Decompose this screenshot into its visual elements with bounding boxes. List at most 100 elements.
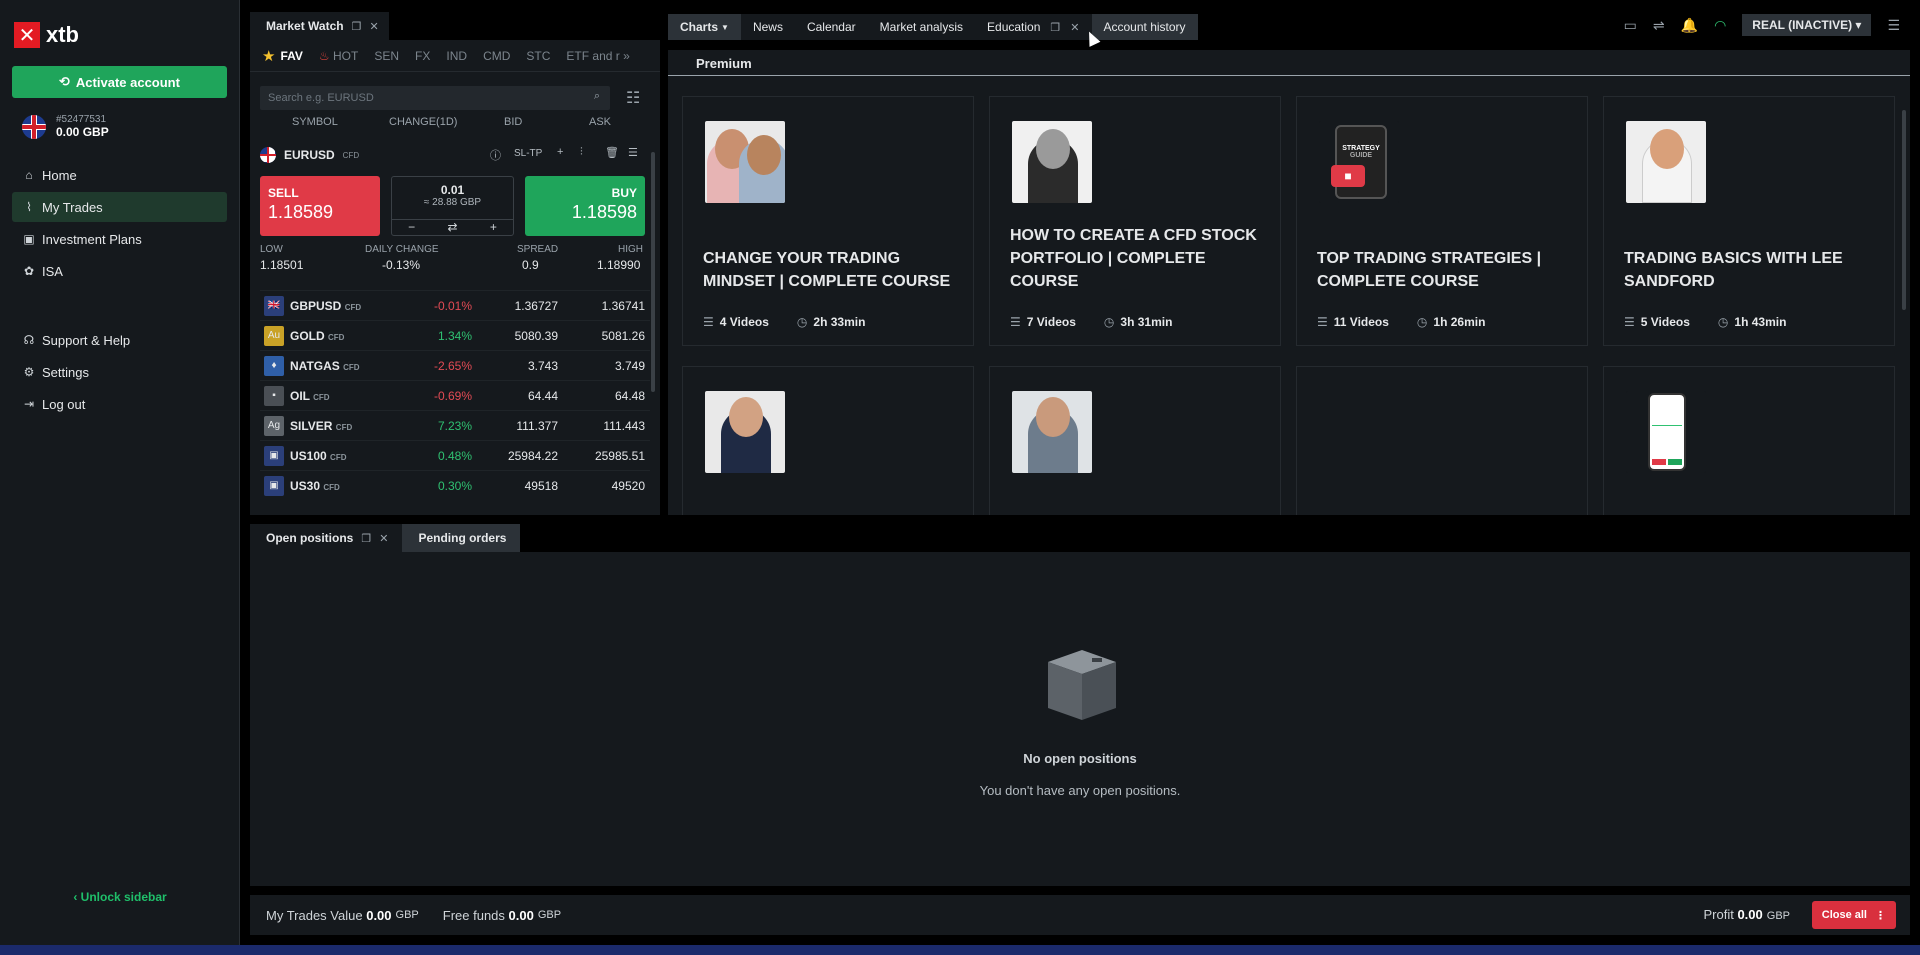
row-bid[interactable]: 49518 bbox=[478, 479, 558, 493]
nav-home[interactable]: ⌂ Home bbox=[12, 160, 227, 190]
nav-support[interactable]: ☊ Support & Help bbox=[12, 325, 227, 355]
bell-icon[interactable]: 🔔 bbox=[1681, 17, 1698, 34]
instrument-row[interactable]: ♦ NATGAS CFD -2.65% 3.743 3.749 bbox=[260, 350, 650, 380]
menu-icon[interactable]: ☰ bbox=[1887, 17, 1900, 34]
instrument-row[interactable]: Ag SILVER CFD 7.23% 111.377 111.443 bbox=[260, 410, 650, 440]
col-ask[interactable]: ASK bbox=[589, 116, 611, 128]
nav-isa[interactable]: ✿ ISA bbox=[12, 256, 227, 286]
market-watch-tab[interactable]: Market Watch ❐ ✕ bbox=[250, 12, 389, 40]
nav-settings[interactable]: ⚙ Settings bbox=[12, 357, 227, 387]
row-ask[interactable]: 25985.51 bbox=[560, 449, 645, 463]
volume-value[interactable]: 0.01 bbox=[392, 183, 513, 197]
nav-my-trades[interactable]: ⌇ My Trades bbox=[12, 192, 227, 222]
decrease-volume-button[interactable]: − bbox=[408, 220, 415, 235]
row-bid[interactable]: 64.44 bbox=[478, 389, 558, 403]
close-icon[interactable]: ✕ bbox=[369, 20, 378, 33]
tab-charts[interactable]: Charts ▼ bbox=[668, 14, 741, 40]
premium-tab[interactable]: Premium bbox=[668, 50, 1910, 76]
trade-icon[interactable]: ⇌ bbox=[1653, 17, 1665, 34]
instrument-row[interactable]: ▪ OIL CFD -0.69% 64.44 64.48 bbox=[260, 380, 650, 410]
unlock-sidebar-button[interactable]: ‹ Unlock sidebar bbox=[0, 890, 240, 904]
nav-logout[interactable]: ⇥ Log out bbox=[12, 389, 227, 419]
grid-view-icon[interactable]: ☷ bbox=[626, 88, 640, 108]
more-vertical-icon[interactable]: ⋮ bbox=[1875, 909, 1886, 922]
symbol-search-input[interactable]: Search e.g. EURUSD ⌕ bbox=[260, 86, 610, 110]
market-watch-scrollbar[interactable] bbox=[651, 152, 655, 392]
tab-sen[interactable]: SEN bbox=[374, 49, 399, 63]
row-bid[interactable]: 111.377 bbox=[478, 419, 558, 433]
tab-hot[interactable]: ♨ HOT bbox=[319, 49, 358, 63]
tab-open-positions[interactable]: Open positions ❐ ✕ bbox=[250, 524, 403, 552]
row-bid[interactable]: 3.743 bbox=[478, 359, 558, 373]
tab-etf[interactable]: ETF and r » bbox=[566, 49, 629, 63]
layout-icon[interactable]: ▭ bbox=[1624, 17, 1637, 34]
course-card[interactable] bbox=[682, 366, 974, 515]
selected-instrument-row[interactable]: EURUSD CFD bbox=[260, 142, 650, 168]
tab-pending-orders[interactable]: Pending orders bbox=[402, 524, 521, 552]
row-bid[interactable]: 25984.22 bbox=[478, 449, 558, 463]
nav-investment-plans[interactable]: ▣ Investment Plans bbox=[12, 224, 227, 254]
tab-news[interactable]: News bbox=[740, 14, 795, 40]
positions-panel: Open positions ❐ ✕ Pending orders No ope… bbox=[250, 524, 1910, 886]
tab-education[interactable]: Education ❐ ✕ bbox=[975, 14, 1092, 40]
row-ask[interactable]: 64.48 bbox=[560, 389, 645, 403]
swap-icon[interactable]: ⇄ bbox=[447, 220, 457, 235]
tab-stc[interactable]: STC bbox=[526, 49, 550, 63]
course-card[interactable]: TRADING BASICS WITH LEE SANDFORD ☰ 5 Vide… bbox=[1603, 96, 1895, 346]
close-all-button[interactable]: Close all ⋮ bbox=[1811, 901, 1896, 929]
sell-button[interactable]: SELL 1.18589 bbox=[260, 176, 380, 236]
course-title: HOW TO CREATE A CFD STOCK PORTFOLIO | CO… bbox=[1010, 227, 1257, 290]
close-icon[interactable]: ✕ bbox=[379, 532, 388, 545]
tab-calendar[interactable]: Calendar bbox=[794, 14, 868, 40]
close-icon[interactable]: ✕ bbox=[1070, 21, 1079, 34]
buy-button[interactable]: BUY 1.18598 bbox=[525, 176, 645, 236]
maximize-icon[interactable]: ❐ bbox=[352, 20, 362, 33]
account-mode-dropdown[interactable]: REAL (INACTIVE) ▾ bbox=[1742, 14, 1872, 36]
nav-label: ISA bbox=[42, 263, 63, 279]
education-scrollbar[interactable] bbox=[1902, 110, 1906, 310]
row-ask[interactable]: 5081.26 bbox=[560, 329, 645, 343]
instrument-row[interactable]: ▣ US30 CFD 0.30% 49518 49520 bbox=[260, 470, 650, 500]
tab-fav[interactable]: ★ FAV bbox=[262, 47, 303, 65]
list-settings-icon[interactable]: ☰ bbox=[628, 146, 638, 159]
instrument-row[interactable]: Au GOLD CFD 1.34% 5080.39 5081.26 bbox=[260, 320, 650, 350]
row-bid[interactable]: 5080.39 bbox=[478, 329, 558, 343]
instrument-row[interactable]: ▣ US100 CFD 0.48% 25984.22 25985.51 bbox=[260, 440, 650, 470]
row-ask[interactable]: 111.443 bbox=[560, 419, 645, 433]
sell-label: SELL bbox=[268, 186, 299, 200]
row-ask[interactable]: 3.749 bbox=[560, 359, 645, 373]
chart-icon[interactable]: ⫶ bbox=[580, 146, 583, 159]
xtb-logo[interactable]: ✕ xtb bbox=[14, 22, 79, 48]
market-watch-panel: Market Watch ❐ ✕ ★ FAV ♨ HOT SEN FX IND C… bbox=[250, 12, 660, 515]
instrument-row[interactable]: 🇬🇧 GBPUSD CFD -0.01% 1.36727 1.36741 bbox=[260, 290, 650, 320]
tab-market-analysis[interactable]: Market analysis bbox=[867, 14, 976, 40]
add-icon[interactable]: + bbox=[557, 146, 563, 158]
course-card[interactable] bbox=[989, 366, 1281, 515]
activate-account-button[interactable]: ⟲ Activate account bbox=[12, 66, 227, 98]
course-card[interactable]: HOW TO CREATE A CFD STOCK PORTFOLIO | CO… bbox=[989, 96, 1281, 346]
tab-cmd[interactable]: CMD bbox=[483, 49, 510, 63]
row-ask[interactable]: 49520 bbox=[560, 479, 645, 493]
tab-fx[interactable]: FX bbox=[415, 49, 430, 63]
sltp-button[interactable]: SL-TP bbox=[514, 148, 542, 159]
volume-stepper[interactable]: 0.01 ≈ 28.88 GBP − ⇄ + bbox=[391, 176, 514, 236]
course-card[interactable]: CHANGE YOUR TRADING MINDSET | COMPLETE C… bbox=[682, 96, 974, 346]
info-icon[interactable]: ⓘ bbox=[490, 147, 501, 163]
course-card[interactable]: STRATEGY GUIDE ■ TOP TRADING STRATEGIES … bbox=[1296, 96, 1588, 346]
maximize-icon[interactable]: ❐ bbox=[361, 532, 371, 545]
col-change[interactable]: CHANGE(1D) bbox=[389, 116, 457, 128]
increase-volume-button[interactable]: + bbox=[490, 220, 497, 235]
tab-ind[interactable]: IND bbox=[446, 49, 467, 63]
account-summary[interactable]: #52477531 0.00 GBP bbox=[22, 114, 109, 139]
course-card[interactable] bbox=[1296, 366, 1588, 515]
course-card[interactable] bbox=[1603, 366, 1895, 515]
buy-price: 1.18598 bbox=[571, 202, 637, 222]
search-icon[interactable]: ⌕ bbox=[594, 90, 600, 103]
col-bid[interactable]: BID bbox=[504, 116, 522, 128]
col-symbol[interactable]: SYMBOL bbox=[292, 116, 338, 128]
tab-account-history[interactable]: Account history bbox=[1091, 14, 1198, 40]
row-ask[interactable]: 1.36741 bbox=[560, 299, 645, 313]
row-bid[interactable]: 1.36727 bbox=[478, 299, 558, 313]
maximize-icon[interactable]: ❐ bbox=[1050, 21, 1060, 34]
trash-icon[interactable]: 🗑 bbox=[605, 146, 619, 159]
